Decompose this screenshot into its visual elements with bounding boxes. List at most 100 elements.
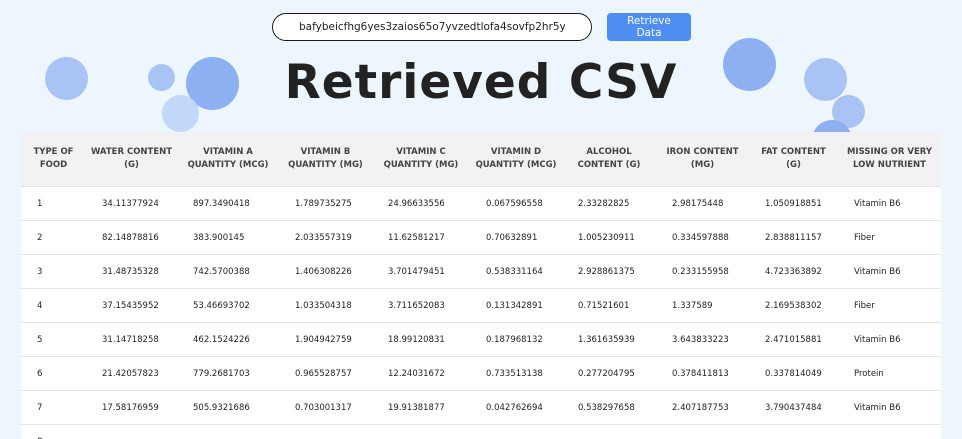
- table-row: 8: [21, 424, 941, 439]
- column-header: VITAMIN D QUANTITY (MCG): [470, 132, 562, 187]
- table-cell: 1.361635939: [562, 322, 656, 357]
- column-header: MISSING OR VERY LOW NUTRIENT: [838, 132, 941, 187]
- table-cell: 31.48735328: [86, 254, 177, 289]
- table-row: 3 31.48735328 742.5700388 1.406308226 3.7014…: [21, 254, 941, 289]
- table-cell: 24.96633556: [372, 186, 470, 221]
- table-cell: [177, 424, 279, 439]
- table-cell: 11.62581217: [372, 220, 470, 255]
- table-cell: Protein: [838, 356, 941, 391]
- table-cell: [470, 424, 562, 439]
- table-header: TYPE OF FOOD WATER CONTENT (G) VITAMIN A Q…: [21, 132, 941, 187]
- table-cell: Vitamin B6: [838, 322, 941, 357]
- table-cell: 462.1524226: [177, 322, 279, 357]
- page: Retrieve Data Retrieved CSV TYPE OF FOOD…: [0, 0, 962, 439]
- column-header: WATER CONTENT (G): [86, 132, 177, 187]
- column-header: FAT CONTENT (G): [749, 132, 838, 187]
- table-cell: 0.067596558: [470, 186, 562, 221]
- table-cell: 2.169538302: [749, 288, 838, 323]
- table-cell: 2.033557319: [279, 220, 372, 255]
- table-cell: 3.701479451: [372, 254, 470, 289]
- table-cell: 2.838811157: [749, 220, 838, 255]
- table-cell: 21.42057823: [86, 356, 177, 391]
- table-cell: [838, 424, 941, 439]
- table-cell: [86, 424, 177, 439]
- table-cell: 1.033504318: [279, 288, 372, 323]
- table-cell: 0.337814049: [749, 356, 838, 391]
- table-cell: 1.789735275: [279, 186, 372, 221]
- table-cell: 505.9321686: [177, 390, 279, 425]
- table-cell: 2.471015881: [749, 322, 838, 357]
- table-cell: [279, 424, 372, 439]
- table-cell: 2: [21, 220, 86, 255]
- table-row: 1 34.11377924 897.3490418 1.789735275 24.966…: [21, 186, 941, 221]
- table-cell: 383.900145: [177, 220, 279, 255]
- table-cell: 0.131342891: [470, 288, 562, 323]
- table-cell: 6: [21, 356, 86, 391]
- page-title: Retrieved CSV: [284, 55, 678, 110]
- table-cell: [749, 424, 838, 439]
- column-header: VITAMIN B QUANTITY (MG): [279, 132, 372, 187]
- table-cell: 1.904942759: [279, 322, 372, 357]
- header-row: TYPE OF FOOD WATER CONTENT (G) VITAMIN A Q…: [21, 132, 941, 187]
- table-cell: 5: [21, 322, 86, 357]
- table-cell: 0.277204795: [562, 356, 656, 391]
- table-cell: 0.042762694: [470, 390, 562, 425]
- table-row: 7 17.58176959 505.9321686 0.703001317 19.913…: [21, 390, 941, 425]
- table-cell: 3.790437484: [749, 390, 838, 425]
- table-cell: 18.99120831: [372, 322, 470, 357]
- retrieve-data-button[interactable]: Retrieve Data: [607, 13, 691, 41]
- table-cell: 2.407187753: [656, 390, 749, 425]
- table-cell: 37.15435952: [86, 288, 177, 323]
- table-cell: 3.643833223: [656, 322, 749, 357]
- table-row: 4 37.15435952 53.46693702 1.033504318 3.7116…: [21, 288, 941, 323]
- table-cell: 53.46693702: [177, 288, 279, 323]
- table-cell: 1: [21, 186, 86, 221]
- table-cell: 2.33282825: [562, 186, 656, 221]
- table-cell: 0.70632891: [470, 220, 562, 255]
- table-cell: Fiber: [838, 220, 941, 255]
- column-header: TYPE OF FOOD: [21, 132, 86, 187]
- table-cell: 0.187968132: [470, 322, 562, 357]
- column-header: ALCOHOL CONTENT (G): [562, 132, 656, 187]
- table-cell: 0.378411813: [656, 356, 749, 391]
- table-cell: 8: [21, 424, 86, 439]
- table-cell: 12.24031672: [372, 356, 470, 391]
- table-cell: 0.965528757: [279, 356, 372, 391]
- table-cell: [372, 424, 470, 439]
- table-body: 1 34.11377924 897.3490418 1.789735275 24.966…: [21, 186, 941, 439]
- table-cell: 0.703001317: [279, 390, 372, 425]
- table-cell: 2.928861375: [562, 254, 656, 289]
- table-cell: 4.723363892: [749, 254, 838, 289]
- table-cell: 897.3490418: [177, 186, 279, 221]
- table-cell: 2.98175448: [656, 186, 749, 221]
- table-cell: 742.5700388: [177, 254, 279, 289]
- table-cell: 17.58176959: [86, 390, 177, 425]
- table-row: 2 82.14878816 383.900145 2.033557319 11.6258…: [21, 220, 941, 255]
- column-header: VITAMIN A QUANTITY (MCG): [177, 132, 279, 187]
- column-header: IRON CONTENT (MG): [656, 132, 749, 187]
- table-row: 6 21.42057823 779.2681703 0.965528757 12.240…: [21, 356, 941, 391]
- table-cell: 0.71521601: [562, 288, 656, 323]
- column-header: VITAMIN C QUANTITY (MG): [372, 132, 470, 187]
- search-bar: Retrieve Data: [272, 13, 691, 41]
- csv-table-container[interactable]: TYPE OF FOOD WATER CONTENT (G) VITAMIN A Q…: [21, 132, 941, 439]
- table-cell: 1.005230911: [562, 220, 656, 255]
- table-cell: 19.91381877: [372, 390, 470, 425]
- cid-input[interactable]: [272, 13, 592, 41]
- table-cell: 1.337589: [656, 288, 749, 323]
- table-cell: [656, 424, 749, 439]
- table-cell: 3.711652083: [372, 288, 470, 323]
- table-cell: 7: [21, 390, 86, 425]
- table-cell: 82.14878816: [86, 220, 177, 255]
- table-cell: Vitamin B6: [838, 254, 941, 289]
- table-cell: 0.233155958: [656, 254, 749, 289]
- table-cell: 4: [21, 288, 86, 323]
- table-cell: 1.406308226: [279, 254, 372, 289]
- csv-table: TYPE OF FOOD WATER CONTENT (G) VITAMIN A Q…: [21, 132, 941, 439]
- table-cell: 0.334597888: [656, 220, 749, 255]
- table-cell: 31.14718258: [86, 322, 177, 357]
- table-cell: 34.11377924: [86, 186, 177, 221]
- table-cell: 0.538331164: [470, 254, 562, 289]
- table-cell: 3: [21, 254, 86, 289]
- table-cell: 0.733513138: [470, 356, 562, 391]
